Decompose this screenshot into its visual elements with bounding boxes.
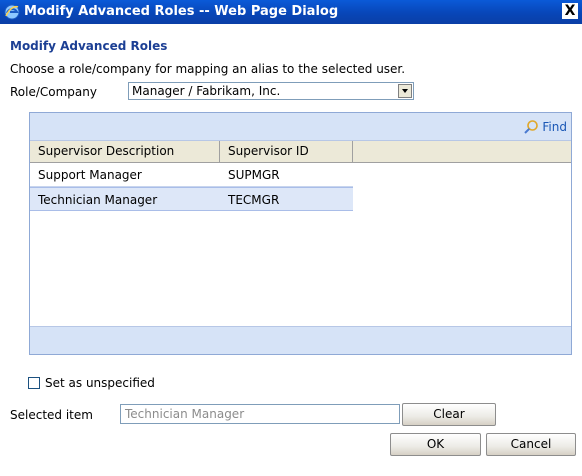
cancel-button[interactable]: Cancel [486, 433, 576, 456]
table-row-selected[interactable]: Technician Manager TECMGR [30, 187, 353, 211]
title-bar: Modify Advanced Roles -- Web Page Dialog… [0, 0, 582, 24]
window-title: Modify Advanced Roles -- Web Page Dialog [24, 4, 339, 19]
clear-button[interactable]: Clear [402, 403, 496, 426]
instructions-text: Choose a role/company for mapping an ali… [10, 62, 406, 76]
find-link[interactable]: Find [523, 119, 567, 135]
row-description: Support Manager [38, 168, 142, 182]
role-company-label: Role/Company [10, 85, 97, 99]
find-label: Find [542, 120, 567, 134]
selected-item-label: Selected item [10, 408, 93, 422]
chevron-down-icon[interactable] [398, 84, 412, 98]
role-company-value: Manager / Fabrikam, Inc. [132, 84, 281, 98]
unspecified-option[interactable]: Set as unspecified [28, 376, 155, 390]
row-id: SUPMGR [228, 168, 280, 182]
grid-header: Supervisor Description Supervisor ID [30, 141, 571, 163]
unspecified-label: Set as unspecified [45, 376, 155, 390]
supervisor-grid: Find Supervisor Description Supervisor I… [29, 112, 572, 355]
close-icon[interactable]: X [562, 3, 578, 19]
role-company-select[interactable]: Manager / Fabrikam, Inc. [128, 82, 414, 100]
magnifier-icon [524, 120, 539, 134]
column-header-id[interactable]: Supervisor ID [220, 141, 353, 162]
grid-footer [30, 326, 571, 354]
selected-item-field: Technician Manager [120, 404, 400, 424]
table-row[interactable]: Support Manager SUPMGR [30, 163, 353, 187]
ok-button[interactable]: OK [390, 433, 481, 456]
row-id: TECMGR [228, 193, 280, 207]
internet-explorer-icon [4, 4, 20, 20]
row-description: Technician Manager [38, 193, 158, 207]
column-header-description[interactable]: Supervisor Description [30, 141, 220, 162]
dialog-heading: Modify Advanced Roles [10, 39, 168, 53]
unspecified-checkbox[interactable] [28, 377, 40, 389]
grid-toolbar: Find [30, 113, 571, 141]
